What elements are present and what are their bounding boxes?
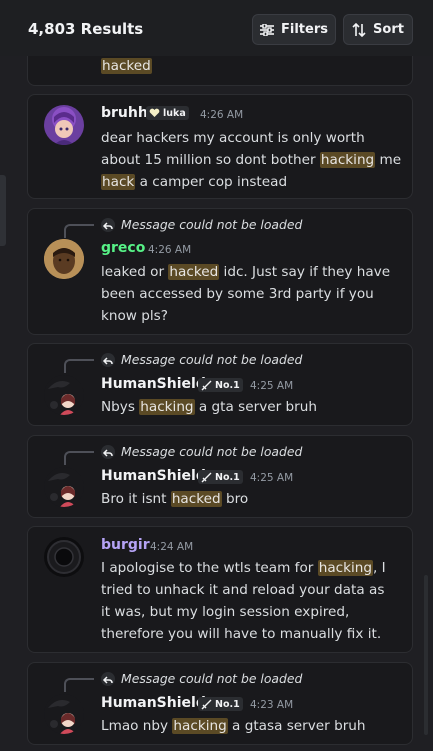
tag-label: luka bbox=[163, 107, 186, 119]
result-card[interactable]: bruhh luka 4:26 AM dear hackers my accou… bbox=[27, 94, 413, 199]
message-line: dear hackers my account is only worth bbox=[101, 130, 365, 146]
sword-icon bbox=[201, 699, 212, 709]
message-line: tried to unhack it and reload your data … bbox=[101, 582, 385, 598]
avatar[interactable] bbox=[44, 375, 84, 415]
result-card[interactable]: burgir 4:24 AM I apologise to the wtls t… bbox=[27, 526, 413, 653]
message-line: hack a camper cop instead bbox=[101, 174, 288, 190]
user-tag: No.1 bbox=[198, 697, 243, 711]
username[interactable]: HumanShield bbox=[101, 376, 206, 392]
reply-arrow-icon bbox=[101, 218, 115, 232]
message-line: know pls? bbox=[101, 308, 168, 324]
search-highlight: hacking bbox=[319, 152, 376, 168]
tag-label: No.1 bbox=[215, 698, 240, 710]
message-line: Nbys hacking a gta server bruh bbox=[101, 399, 317, 415]
timestamp: 4:24 AM bbox=[150, 541, 194, 553]
reply-connector bbox=[64, 224, 94, 238]
message-line: I apologise to the wtls team for hacking… bbox=[101, 560, 386, 576]
timestamp: 4:26 AM bbox=[148, 244, 192, 256]
timestamp: 4:25 AM bbox=[250, 472, 294, 484]
reply-arrow-icon bbox=[101, 445, 115, 459]
reply-connector bbox=[64, 678, 94, 692]
reply-connector bbox=[64, 359, 94, 373]
username[interactable]: greco bbox=[101, 240, 145, 256]
results-list: hacked bruhh luka 4:26 AM dear hackers m… bbox=[0, 56, 433, 751]
tag-label: No.1 bbox=[215, 471, 240, 483]
message-line: about 15 million so dont bother hacking … bbox=[101, 152, 402, 168]
avatar[interactable] bbox=[44, 467, 84, 507]
username[interactable]: HumanShield bbox=[101, 468, 206, 484]
sword-icon bbox=[201, 472, 212, 482]
user-tag: luka bbox=[146, 106, 189, 120]
reply-preview[interactable]: Message could not be loaded bbox=[121, 671, 302, 686]
sword-icon bbox=[201, 380, 212, 390]
username[interactable]: burgir bbox=[101, 537, 150, 553]
result-card[interactable]: Message could not be loaded greco 4:26 A… bbox=[27, 208, 413, 335]
results-scrollbar[interactable] bbox=[424, 575, 428, 735]
user-tag: No.1 bbox=[198, 470, 243, 484]
timestamp: 4:26 AM bbox=[200, 109, 244, 121]
reply-preview[interactable]: Message could not be loaded bbox=[121, 444, 302, 459]
message-line: therefore you will have to manually fix … bbox=[101, 626, 382, 642]
message-line: it was, but my login session expired, bbox=[101, 604, 350, 620]
avatar[interactable] bbox=[44, 239, 84, 279]
search-highlight: hacking bbox=[172, 718, 228, 734]
reply-arrow-icon bbox=[101, 353, 115, 367]
avatar[interactable] bbox=[44, 694, 84, 734]
message-line: leaked or hacked idc. Just say if they h… bbox=[101, 264, 391, 280]
filters-button[interactable]: Filters bbox=[252, 14, 336, 45]
timestamp: 4:23 AM bbox=[250, 699, 294, 711]
result-card[interactable]: Message could not be loaded HumanShield … bbox=[27, 343, 413, 426]
search-highlight: hack bbox=[101, 174, 136, 190]
filters-label: Filters bbox=[281, 22, 328, 37]
results-count: 4,803 Results bbox=[28, 20, 144, 38]
sort-arrows-icon bbox=[352, 22, 366, 37]
search-highlight: hacked bbox=[101, 58, 152, 74]
search-results-header: 4,803 Results Filters Sort bbox=[0, 0, 433, 56]
message-line: been accessed by some 3rd party if you bbox=[101, 286, 374, 302]
search-highlight: hacking bbox=[317, 560, 374, 576]
message-line: hacked bbox=[101, 56, 152, 77]
reply-preview[interactable]: Message could not be loaded bbox=[121, 217, 302, 232]
message-line: Bro it isnt hacked bro bbox=[101, 491, 249, 507]
tag-label: No.1 bbox=[215, 379, 240, 391]
reply-arrow-icon bbox=[101, 672, 115, 686]
result-card[interactable]: Message could not be loaded HumanShield … bbox=[27, 435, 413, 518]
user-tag: No.1 bbox=[198, 378, 243, 392]
message-line: Lmao nby hacking a gtasa server bruh bbox=[101, 718, 366, 734]
reply-preview[interactable]: Message could not be loaded bbox=[121, 352, 302, 367]
search-highlight: hacked bbox=[168, 264, 220, 280]
username[interactable]: bruhh bbox=[101, 105, 148, 121]
search-highlight: hacking bbox=[139, 399, 195, 415]
sliders-icon bbox=[260, 23, 274, 36]
search-highlight: hacked bbox=[170, 491, 222, 507]
result-card[interactable]: Message could not be loaded HumanShield … bbox=[27, 662, 413, 745]
heart-icon bbox=[149, 108, 160, 117]
sort-button[interactable]: Sort bbox=[343, 14, 413, 45]
username[interactable]: HumanShield bbox=[101, 695, 206, 711]
avatar[interactable] bbox=[44, 537, 84, 577]
result-card[interactable]: hacked bbox=[27, 56, 413, 86]
reply-connector bbox=[64, 451, 94, 465]
timestamp: 4:25 AM bbox=[250, 380, 294, 392]
sort-label: Sort bbox=[373, 22, 404, 37]
avatar[interactable] bbox=[44, 105, 84, 145]
